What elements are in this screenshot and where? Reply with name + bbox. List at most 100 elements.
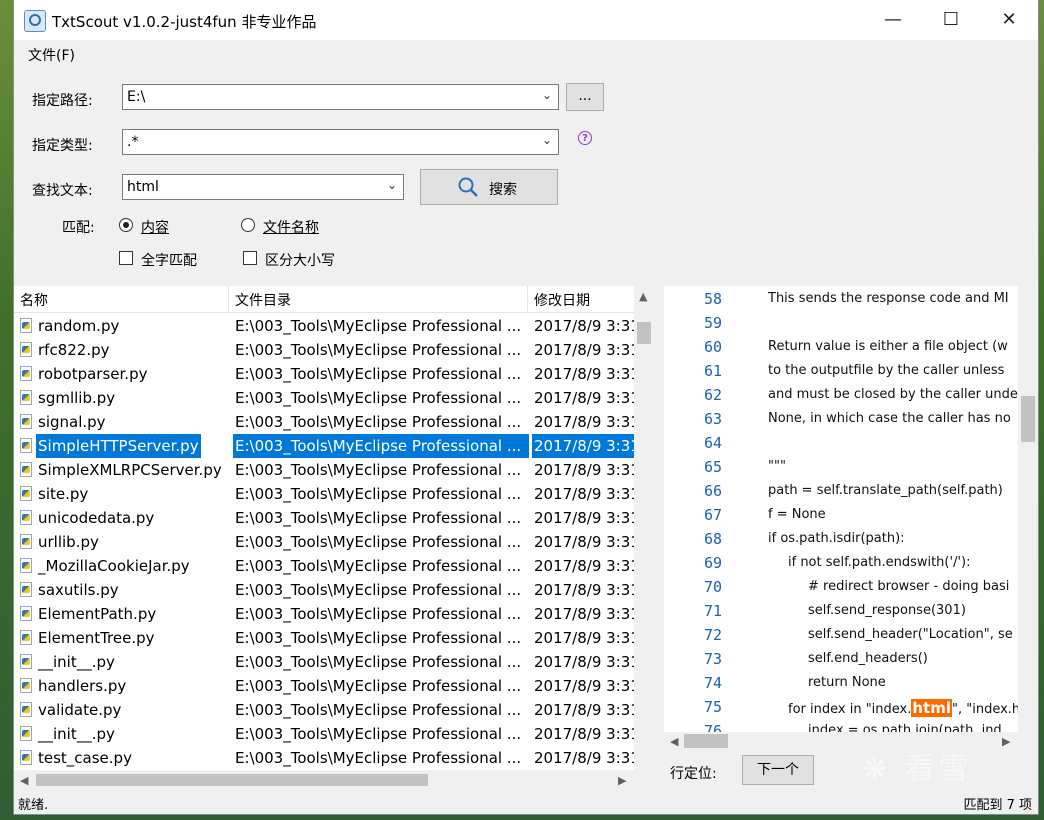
code-line: 61 to the outputfile by the caller unless [664, 358, 1018, 382]
search-icon [458, 177, 478, 197]
maximize-button[interactable]: ☐ [922, 0, 980, 40]
python-file-icon [20, 318, 32, 333]
chevron-down-icon[interactable]: ⌄ [542, 88, 552, 102]
table-row[interactable]: sgmllib.py E:\003_Tools\MyEclipse Profess… [14, 386, 636, 410]
case-sensitive-label[interactable]: 区分大小写 [265, 250, 335, 270]
file-name: validate.py [38, 701, 122, 719]
match-content-radio[interactable] [119, 218, 133, 232]
table-row[interactable]: test_case.py E:\003_Tools\MyEclipse Profe… [14, 746, 636, 770]
line-number: 72 [703, 626, 722, 644]
column-divider[interactable] [527, 286, 528, 312]
scroll-left-icon[interactable]: ◀ [670, 735, 678, 748]
file-directory: E:\003_Tools\MyEclipse Professional ... [235, 485, 522, 503]
scroll-up-icon[interactable]: ▲ [639, 290, 647, 303]
file-modified-date: 2017/8/9 3:31 [534, 509, 636, 527]
next-button[interactable]: 下一个 [742, 755, 814, 785]
close-button[interactable]: ✕ [980, 0, 1038, 40]
type-value: .* [127, 134, 139, 150]
table-row[interactable]: ElementPath.py E:\003_Tools\MyEclipse Pro… [14, 602, 636, 626]
scroll-right-icon[interactable]: ▶ [618, 774, 626, 787]
table-row[interactable]: robotparser.py E:\003_Tools\MyEclipse Pro… [14, 362, 636, 386]
python-file-icon [20, 702, 32, 717]
column-divider[interactable] [228, 286, 229, 312]
minimize-button[interactable]: — [864, 0, 922, 40]
file-name: sgmllib.py [38, 389, 116, 407]
chevron-down-icon[interactable]: ⌄ [542, 133, 552, 147]
table-row[interactable]: random.py E:\003_Tools\MyEclipse Professi… [14, 314, 636, 338]
help-icon[interactable]: ? [578, 131, 592, 145]
file-name: ElementTree.py [38, 629, 155, 647]
line-number: 70 [703, 578, 722, 596]
code-line: 70 # redirect browser - doing basi [664, 574, 1018, 598]
column-header-directory[interactable]: 文件目录 [235, 290, 291, 310]
match-filename-label[interactable]: 文件名称 [263, 217, 319, 237]
code-line: 68 if os.path.isdir(path): [664, 526, 1018, 550]
file-directory: E:\003_Tools\MyEclipse Professional ... [235, 701, 522, 719]
match-content-label[interactable]: 内容 [141, 217, 169, 237]
scrollbar-thumb[interactable] [637, 322, 651, 344]
browse-button[interactable]: ... [566, 83, 604, 111]
table-row[interactable]: __init__.py E:\003_Tools\MyEclipse Profes… [14, 650, 636, 674]
line-number: 73 [703, 650, 722, 668]
file-modified-date: 2017/8/9 3:31 [534, 317, 636, 335]
column-header-name[interactable]: 名称 [20, 290, 48, 310]
code-text: self.end_headers() [808, 651, 928, 666]
file-modified-date: 2017/8/9 3:31 [532, 434, 636, 458]
code-text: if os.path.isdir(path): [768, 531, 905, 546]
type-combobox[interactable]: .* ⌄ [122, 129, 559, 155]
table-row[interactable]: saxutils.py E:\003_Tools\MyEclipse Profes… [14, 578, 636, 602]
list-vertical-scrollbar[interactable]: ▲ [634, 286, 654, 770]
table-row[interactable]: site.py E:\003_Tools\MyEclipse Profession… [14, 482, 636, 506]
scrollbar-thumb[interactable] [684, 734, 728, 748]
table-row[interactable]: signal.py E:\003_Tools\MyEclipse Professi… [14, 410, 636, 434]
table-row[interactable]: unicodedata.py E:\003_Tools\MyEclipse Pro… [14, 506, 636, 530]
search-label: 查找文本: [32, 183, 93, 199]
code-horizontal-scrollbar[interactable]: ◀ ▶ [664, 732, 1038, 750]
code-preview[interactable]: 58 This sends the response code and MI 59 6… [664, 286, 1038, 732]
table-row[interactable]: urllib.py E:\003_Tools\MyEclipse Professi… [14, 530, 636, 554]
path-combobox[interactable]: E:\ ⌄ [122, 84, 559, 110]
table-row[interactable]: SimpleHTTPServer.py E:\003_Tools\MyEclips… [14, 434, 636, 458]
search-text-combobox[interactable]: html ⌄ [122, 174, 404, 200]
code-vertical-scrollbar[interactable] [1018, 286, 1038, 732]
python-file-icon [20, 750, 32, 765]
table-row[interactable]: rfc822.py E:\003_Tools\MyEclipse Professi… [14, 338, 636, 362]
python-file-icon [20, 630, 32, 645]
file-list[interactable]: 名称 文件目录 修改日期 random.py E:\003_Tools\MyEcl… [14, 286, 654, 770]
case-sensitive-checkbox[interactable] [243, 251, 257, 265]
column-header-modified[interactable]: 修改日期 [534, 290, 590, 310]
code-line: 67 f = None [664, 502, 1018, 526]
file-directory: E:\003_Tools\MyEclipse Professional ... [235, 509, 522, 527]
file-modified-date: 2017/8/9 3:31 [534, 701, 636, 719]
python-file-icon [20, 510, 32, 525]
table-row[interactable]: _MozillaCookieJar.py E:\003_Tools\MyEclip… [14, 554, 636, 578]
table-row[interactable]: handlers.py E:\003_Tools\MyEclipse Profes… [14, 674, 636, 698]
scroll-right-icon[interactable]: ▶ [1002, 735, 1010, 748]
search-button[interactable]: 搜索 [420, 169, 558, 205]
file-directory: E:\003_Tools\MyEclipse Professional ... [235, 533, 522, 551]
table-row[interactable]: validate.py E:\003_Tools\MyEclipse Profes… [14, 698, 636, 722]
list-horizontal-scrollbar-track[interactable]: ◀ ▶ [14, 770, 634, 790]
file-directory: E:\003_Tools\MyEclipse Professional ... [235, 557, 522, 575]
scroll-left-icon[interactable]: ◀ [20, 774, 28, 787]
line-number: 66 [703, 482, 722, 500]
scrollbar-thumb[interactable] [36, 774, 428, 786]
whole-word-label[interactable]: 全字匹配 [141, 250, 197, 270]
file-name: rfc822.py [38, 341, 110, 359]
whole-word-checkbox[interactable] [119, 251, 133, 265]
python-file-icon [20, 414, 32, 429]
window-title: TxtScout v1.0.2-just4fun 非专业作品 [52, 13, 317, 31]
menu-file[interactable]: 文件(F) [28, 45, 75, 65]
table-row[interactable]: __init__.py E:\003_Tools\MyEclipse Profes… [14, 722, 636, 746]
table-row[interactable]: ElementTree.py E:\003_Tools\MyEclipse Pro… [14, 626, 636, 650]
code-line: 75 for index in "index.html", "index.h [664, 694, 1020, 718]
code-text: This sends the response code and MI [768, 291, 1009, 306]
match-filename-radio[interactable] [241, 218, 255, 232]
file-name: handlers.py [38, 677, 127, 695]
scrollbar-thumb[interactable] [1021, 396, 1035, 442]
chevron-down-icon[interactable]: ⌄ [387, 178, 397, 192]
code-line: 72 self.send_header("Location", se [664, 622, 1018, 646]
code-line: 65 """ [664, 454, 1018, 478]
table-row[interactable]: SimpleXMLRPCServer.py E:\003_Tools\MyEcli… [14, 458, 636, 482]
line-number: 76 [703, 722, 722, 732]
